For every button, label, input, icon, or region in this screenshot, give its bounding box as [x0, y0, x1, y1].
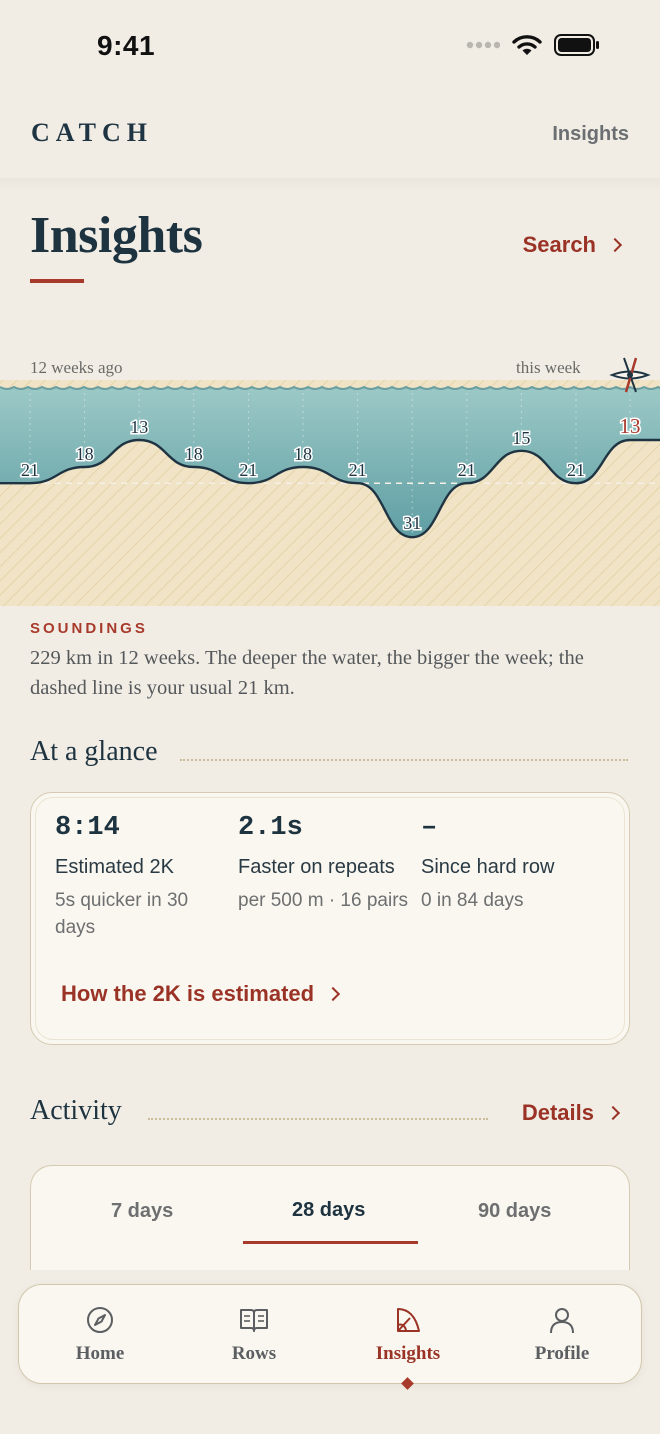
stat-sub: per 500 m · 16 pairs — [238, 890, 409, 911]
tab-home[interactable]: Home — [35, 1303, 165, 1365]
stat-faster-repeats: 2.1s Faster on repeats per 500 m · 16 pa… — [238, 813, 413, 914]
search-label: Search — [522, 232, 596, 257]
brand-logo: CATCH — [31, 118, 153, 147]
stat-label: Estimated 2K — [55, 856, 174, 878]
week-km-label: 18 — [185, 444, 203, 464]
week-km-label: 21 — [458, 460, 476, 480]
app-header: CATCH Insights — [0, 92, 660, 192]
link-label: How the 2K is estimated — [61, 981, 315, 1006]
activity-title: Activity — [30, 1095, 122, 1126]
soundings-chart: 21 18 13 18 21 18 21 31 21 15 21 13 — [0, 357, 660, 606]
week-km-label: 21 — [349, 460, 367, 480]
activity-details-link[interactable]: Details — [521, 1100, 621, 1126]
book-icon — [240, 1309, 268, 1332]
range-tab-7-days[interactable]: 7 days — [111, 1200, 173, 1223]
tab-label: Profile — [534, 1343, 590, 1364]
chevron-right-icon — [605, 1105, 621, 1121]
week-km-label: 18 — [294, 444, 312, 464]
status-time: 9:41 — [97, 30, 156, 61]
person-icon — [550, 1308, 574, 1334]
stat-since-hard-row: – Since hard row 0 in 84 days — [421, 813, 596, 914]
week-km-label: 15 — [512, 428, 530, 448]
week-km-label: 21 — [239, 460, 257, 480]
tab-profile[interactable]: Profile — [497, 1303, 627, 1365]
stat-label: Faster on repeats — [238, 856, 395, 878]
chevron-right-icon — [326, 986, 341, 1002]
glance-title: At a glance — [30, 736, 158, 767]
search-link[interactable]: Search — [522, 232, 623, 258]
chevron-right-icon — [607, 237, 623, 253]
tab-insights[interactable]: Insights — [343, 1303, 473, 1390]
status-icons — [466, 34, 600, 56]
stat-value: 8:14 — [55, 813, 120, 843]
wifi-icon — [512, 35, 542, 55]
tab-label: Insights — [375, 1343, 441, 1364]
activity-divider — [148, 1118, 488, 1120]
week-km-label: 18 — [76, 444, 94, 464]
header-section-label: Insights — [552, 123, 629, 145]
range-tab-28-days[interactable]: 28 days — [292, 1199, 365, 1222]
stat-value: – — [421, 813, 438, 843]
stat-value: 2.1s — [238, 813, 303, 843]
week-km-label: 21 — [21, 460, 39, 480]
stat-label: Since hard row — [421, 856, 555, 878]
title-underline — [30, 279, 84, 283]
battery-icon — [554, 34, 599, 56]
range-start-label: 12 weeks ago — [30, 358, 123, 377]
tab-rows[interactable]: Rows — [189, 1303, 319, 1365]
header-divider — [0, 178, 660, 192]
soundings-caption: 229 km in 12 weeks. The deeper the water… — [30, 647, 584, 699]
details-label: Details — [521, 1100, 594, 1125]
range-tab-90-days[interactable]: 90 days — [478, 1200, 551, 1223]
page-title: Insights — [30, 207, 203, 264]
tab-bar: Home Rows Insights Profile — [18, 1284, 642, 1390]
signal-icon — [466, 41, 500, 49]
selected-range-indicator — [243, 1241, 418, 1244]
chart-icon — [397, 1308, 420, 1332]
stat-estimated-2k: 8:14 Estimated 2K 5s quicker in 30 days — [55, 813, 230, 941]
tab-label: Home — [75, 1343, 125, 1364]
soundings-eyebrow: SOUNDINGS — [30, 620, 148, 637]
range-end-label: this week — [516, 358, 581, 377]
stat-sub: 5s quicker in 30 days — [55, 890, 189, 938]
week-km-label: 31 — [403, 513, 421, 533]
glance-card: 8:14 Estimated 2K 5s quicker in 30 days … — [30, 792, 630, 1045]
week-km-label: 21 — [567, 460, 585, 480]
how-2k-estimated-link[interactable]: How the 2K is estimated — [61, 981, 341, 1007]
glance-divider — [180, 759, 628, 761]
compass-icon — [87, 1307, 113, 1333]
tab-label: Rows — [231, 1343, 277, 1364]
week-km-label: 13 — [130, 417, 148, 437]
stat-sub: 0 in 84 days — [421, 890, 524, 911]
week-km-label: 13 — [620, 414, 641, 438]
